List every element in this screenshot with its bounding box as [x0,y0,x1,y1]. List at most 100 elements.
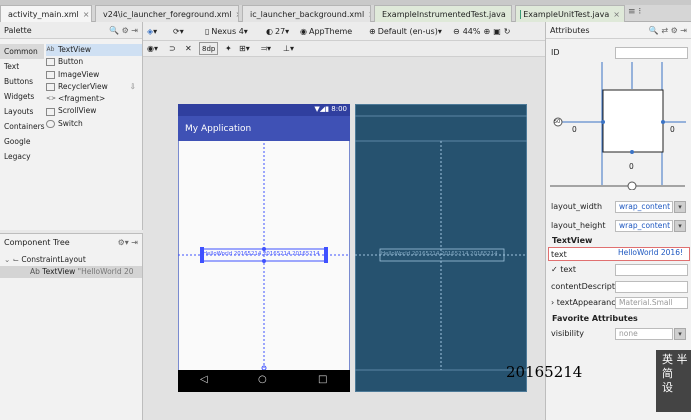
constraint-widget [550,62,686,190]
home-icon[interactable]: ○ [258,374,267,385]
palette-category-legacy[interactable]: Legacy [0,149,44,164]
zoom-in-icon[interactable]: ⊕ [483,27,490,36]
palette-category-buttons[interactable]: Buttons [0,74,44,89]
text-appearance-field[interactable]: Material.Small [615,297,688,309]
infer-constraints-icon[interactable]: ✦ [225,42,232,55]
default-margin-button[interactable]: 8dp [199,42,219,55]
api-label: 27 [274,27,286,36]
chevron-down-icon[interactable]: ▾ [674,220,686,232]
component-tree-title: Component Tree [4,237,70,247]
visibility-field[interactable]: none [615,328,673,340]
text-field[interactable]: HelloWorld 2016! [615,248,687,260]
scroll-icon [46,107,55,116]
tab-label: activity_main.xml [8,9,79,19]
content-description-label: contentDescripti [551,282,618,291]
locale-selector[interactable]: ⊕ Default (en-us) ▾ [369,25,442,38]
palette-item-fragment[interactable]: <> <fragment> [46,93,142,105]
palette-item-scrollview[interactable]: ScrollView [46,105,142,117]
close-icon[interactable]: × [83,10,90,19]
close-icon[interactable]: × [368,10,370,19]
gear-icon[interactable]: ⚙▾ ⇥ [118,238,138,247]
theme-label: AppTheme [308,27,353,36]
textview-icon: Ab [30,267,40,276]
back-icon[interactable]: ◁ [200,374,208,385]
margin-left-value[interactable]: 0 [572,125,577,134]
tree-row-label: ConstraintLayout [21,255,86,264]
pack-icon[interactable]: ⊞▾ [239,42,250,55]
palette-item-imageview[interactable]: ImageView [46,69,142,81]
tree-row-constraintlayout[interactable]: ⌄ ⌙ ConstraintLayout [0,254,142,266]
orientation-icon[interactable]: ⟳▾ [173,25,184,38]
component-tree-header: Component Tree ⚙▾ ⇥ [0,234,142,250]
palette-categories: Common Text Buttons Widgets Layouts Cont… [0,44,45,164]
status-icons: ▼◢▮ 8:00 [314,105,347,113]
palette-item-button[interactable]: Button [46,56,142,68]
tab-example-instrumented-test[interactable]: ExampleInstrumentedTest.java × [374,5,512,22]
palette-item-textview[interactable]: Ab TextView [46,44,142,57]
item-label: TextView [58,45,91,54]
theme-selector[interactable]: ◉ AppTheme [300,25,352,38]
recent-apps-icon[interactable]: □ [318,374,327,385]
design-toolbar: ◈ ▾ ⟳▾ ▯ Nexus 4 ▾ ◐ 27 ▾ ◉ AppTheme ⊕ Default … [143,22,545,41]
button-icon [46,58,55,67]
list-icon [46,83,55,92]
text-appearance-label[interactable]: › textAppearanc [551,298,616,307]
textview-icon: Ab [46,46,55,54]
view-options-icon[interactable]: ◉▾ [147,42,158,55]
horizontal-bias[interactable]: 50 [554,119,560,125]
device-selector[interactable]: ▯ Nexus 4 ▾ [205,25,248,38]
content-description-field[interactable] [615,281,688,293]
favorite-attributes-title: Favorite Attributes [552,314,638,323]
textview-preview[interactable]: HelloWorld 20165214 20165214 20165214 [203,251,325,257]
attributes-tools[interactable]: 🔍 ⇄ ⚙ ⇥ [649,26,687,35]
close-icon[interactable]: × [510,10,511,19]
palette-item-switch[interactable]: Switch [46,118,142,130]
layout-height-field[interactable]: wrap_content [615,220,673,232]
guidelines-icon[interactable]: ⊥▾ [283,42,294,55]
api-selector[interactable]: ◐ 27 ▾ [266,25,289,38]
zoom-controls[interactable]: ⊖ 44% ⊕ ▣ ↻ [453,25,510,38]
layout-height-label: layout_height [551,221,606,230]
navigation-bar: ◁ ○ □ [178,370,350,392]
palette-category-common[interactable]: Common [0,44,44,59]
close-icon[interactable]: × [236,10,238,19]
item-label: ImageView [58,69,100,79]
tools-text-field[interactable] [615,264,688,276]
layers-icon[interactable]: ◈ ▾ [147,25,157,38]
palette-category-containers[interactable]: Containers [0,119,45,134]
palette-category-layouts[interactable]: Layouts [0,104,44,119]
id-field[interactable] [615,47,688,59]
margin-bottom-value[interactable]: 0 [629,162,634,171]
palette-category-google[interactable]: Google [0,134,44,149]
download-icon[interactable]: ⇩ [130,81,136,93]
tab-ic-launcher-background[interactable]: ic_launcher_background.xml × [242,5,371,22]
item-label: ScrollView [58,106,97,116]
chevron-down-icon[interactable]: ⌄ [4,255,10,264]
default-margin-label: 8dp [202,44,216,53]
magnet-icon[interactable]: ⊃ [169,42,176,55]
clear-constraints-icon[interactable]: ✕ [185,42,192,55]
palette-category-text[interactable]: Text [0,59,44,74]
tab-activity-main[interactable]: activity_main.xml × [0,5,92,22]
zoom-level: 44% [462,27,481,36]
tab-overflow-icons[interactable]: ≡ ⁝ [628,7,688,21]
chevron-down-icon[interactable]: ▾ [674,328,686,340]
android-icon: ◐ [266,27,273,36]
close-icon[interactable]: × [613,10,620,19]
tab-example-unit-test[interactable]: ExampleUnitTest.java × [515,5,625,22]
align-icon[interactable]: ⫤▾ [261,42,271,55]
tree-row-textview[interactable]: Ab TextView "HelloWorld 20 [0,266,142,278]
chevron-down-icon[interactable]: ▾ [674,201,686,213]
zoom-fit-icon[interactable]: ▣ [493,27,501,36]
palette-tools[interactable]: 🔍 ⚙ ⇥ [109,26,138,35]
layout-width-field[interactable]: wrap_content [615,201,673,213]
zoom-out-icon[interactable]: ⊖ [453,27,460,36]
tab-ic-launcher-foreground[interactable]: v24\ic_launcher_foreground.xml × [95,5,239,22]
attributes-title: Attributes [550,25,590,35]
globe-icon: ⊕ [369,27,376,36]
refresh-icon[interactable]: ↻ [504,27,511,36]
blueprint-textview[interactable]: HelloWorld 20165214 20165214 20165214 [381,251,503,257]
palette-category-widgets[interactable]: Widgets [0,89,44,104]
margin-right-value[interactable]: 0 [670,125,675,134]
palette-item-recyclerview[interactable]: RecyclerView ⇩ [46,81,142,93]
